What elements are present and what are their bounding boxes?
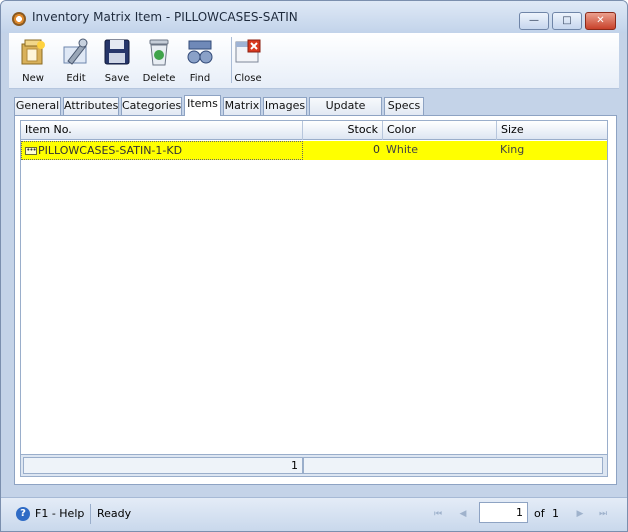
minimize-button[interactable]: —: [519, 12, 549, 30]
status-bar: ? F1 - Help Ready ⏮ ◀ 1 of 1 ▶ ⏭: [1, 497, 627, 531]
grid-header: Item No. Stock Color Size: [21, 121, 607, 140]
first-page-icon[interactable]: ⏮: [431, 507, 445, 521]
footer-summary-cell: [303, 457, 603, 474]
edit-label: Edit: [66, 73, 86, 84]
new-label: New: [22, 73, 44, 84]
row-editor-icon[interactable]: •••: [25, 147, 37, 155]
tab-categories[interactable]: Categories: [121, 97, 182, 115]
close-button[interactable]: Close: [228, 35, 268, 87]
page-number-input[interactable]: 1: [479, 502, 528, 523]
previous-page-icon[interactable]: ◀: [456, 507, 470, 521]
table-row[interactable]: ••• PILLOWCASES-SATIN-1-KD 0 White King: [21, 141, 607, 160]
new-button[interactable]: New: [13, 35, 53, 87]
row-count: 1: [23, 457, 303, 474]
column-header-item-no[interactable]: Item No.: [21, 121, 303, 140]
tab-attributes[interactable]: Attributes: [63, 97, 119, 115]
items-grid: Item No. Stock Color Size ••• PILLOWCASE…: [20, 120, 608, 477]
last-page-icon[interactable]: ⏭: [596, 507, 610, 521]
help-icon[interactable]: ?: [16, 507, 30, 521]
cell-size[interactable]: King: [497, 141, 607, 160]
maximize-button[interactable]: □: [552, 12, 582, 30]
status-text: Ready: [97, 507, 132, 520]
new-icon: [21, 39, 45, 65]
save-button[interactable]: Save: [97, 35, 137, 87]
edit-button[interactable]: Edit: [56, 35, 96, 87]
column-header-color[interactable]: Color: [383, 121, 497, 140]
delete-label: Delete: [142, 73, 176, 84]
close-label: Close: [234, 73, 262, 84]
delete-icon: [149, 39, 169, 66]
inventory-matrix-item-window: Inventory Matrix Item - PILLOWCASES-SATI…: [0, 0, 628, 532]
app-icon: [12, 12, 26, 26]
item-no-value: PILLOWCASES-SATIN-1-KD: [38, 144, 183, 157]
edit-icon: [63, 38, 88, 65]
toolbar: New Edit Save Delete Find Close: [9, 33, 619, 89]
tab-matrix[interactable]: Matrix: [223, 97, 261, 115]
close-icon: [235, 39, 261, 63]
status-separator: [90, 504, 91, 524]
column-header-size[interactable]: Size: [497, 121, 607, 140]
close-window-button[interactable]: ✕: [585, 12, 616, 30]
column-header-stock[interactable]: Stock: [303, 121, 383, 140]
save-label: Save: [104, 73, 130, 84]
find-icon: [187, 40, 213, 64]
tab-items[interactable]: Items: [184, 95, 221, 116]
window-title: Inventory Matrix Item - PILLOWCASES-SATI…: [32, 10, 298, 24]
page-of-label: of: [534, 507, 545, 520]
grid-footer: 1: [21, 454, 607, 476]
cell-item-no[interactable]: ••• PILLOWCASES-SATIN-1-KD: [21, 141, 303, 160]
help-text[interactable]: F1 - Help: [35, 507, 84, 520]
find-label: Find: [189, 73, 211, 84]
cell-color[interactable]: White: [383, 141, 497, 160]
tab-specs[interactable]: Specs: [384, 97, 424, 115]
save-icon: [104, 39, 130, 65]
delete-button[interactable]: Delete: [139, 35, 179, 87]
tab-update-prices[interactable]: Update Prices: [309, 97, 382, 128]
find-button[interactable]: Find: [180, 35, 220, 87]
tab-images[interactable]: Images: [263, 97, 307, 115]
items-panel: Item No. Stock Color Size ••• PILLOWCASE…: [14, 115, 617, 485]
cell-stock[interactable]: 0: [303, 141, 383, 160]
next-page-icon[interactable]: ▶: [573, 507, 587, 521]
tab-general[interactable]: General: [14, 97, 61, 115]
title-bar: Inventory Matrix Item - PILLOWCASES-SATI…: [1, 1, 627, 33]
total-pages: 1: [552, 507, 559, 520]
